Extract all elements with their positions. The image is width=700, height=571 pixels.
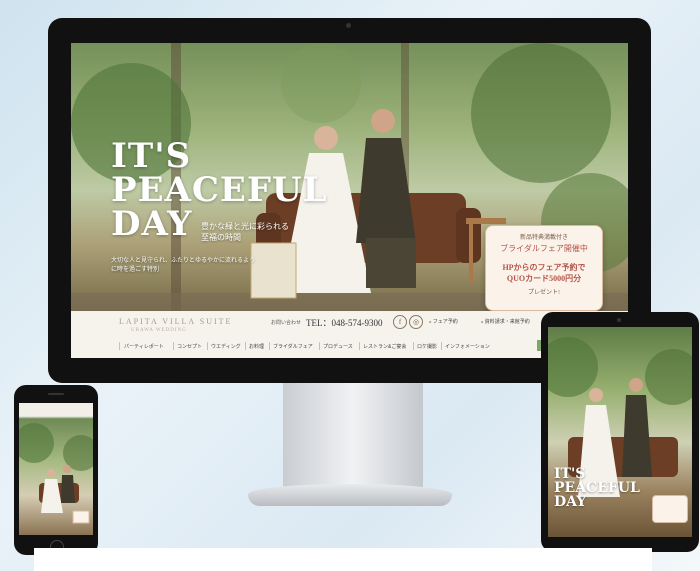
fair-reservation-link[interactable]: » フェア予約 [429, 318, 458, 325]
contact-label: お問い合わせ [271, 321, 302, 326]
nav-item-cuisine[interactable]: お料理 [249, 343, 264, 350]
smartphone [14, 385, 98, 555]
nav-item-location-photo[interactable]: ロケ撮影 [417, 343, 437, 350]
hero-image: IT'S PEACEFUL DAY 豊かな緑と光に彩られる至福の時間 大切な人と… [71, 43, 628, 311]
nav-item-wedding[interactable]: ウエディング [211, 343, 241, 350]
badge-line: HPからのフェア予約で [502, 263, 586, 272]
tablet-screen: IT'S PEACEFUL DAY [548, 327, 692, 537]
site-logo[interactable]: LAPITA VILLA SUITE [119, 317, 232, 326]
tablet-hero-title: IT'S PEACEFUL DAY [554, 467, 640, 509]
nav-separator [359, 342, 360, 350]
nav-separator [119, 342, 120, 350]
nav-separator [207, 342, 208, 350]
badge-line: ブライダルフェア開催中 [500, 244, 588, 253]
desktop-screen: IT'S PEACEFUL DAY 豊かな緑と光に彩られる至福の時間 大切な人と… [71, 43, 628, 358]
tablet-fair-badge[interactable] [652, 495, 688, 523]
tablet-title-line: PEACEFUL [554, 480, 640, 496]
hero-subtitle: 豊かな緑と光に彩られる至福の時間 [201, 222, 289, 242]
brochure-request-link[interactable]: » 資料請求・来館予約 [481, 318, 530, 325]
facebook-icon[interactable]: f [393, 315, 407, 329]
phone-number[interactable]: TEL：048-574-9300 [306, 316, 383, 329]
badge-line: QUOカード5000円分 [506, 274, 582, 283]
main-nav: パーティレポート コンセプト ウエディング お料理 ブライダルフェア プロデュー… [119, 341, 609, 353]
nav-item-information[interactable]: インフォメーション [445, 343, 490, 350]
nav-separator [173, 342, 174, 350]
instagram-icon[interactable]: ◎ [409, 315, 423, 329]
monitor-stand-base [248, 484, 452, 506]
nav-separator [413, 342, 414, 350]
tablet-title-line: DAY [554, 494, 587, 510]
nav-item-produce[interactable]: プロデュース [323, 343, 353, 350]
nav-separator [269, 342, 270, 350]
phone-screen [19, 403, 93, 535]
site-logo-subtitle: URAWA WEDDING [131, 328, 187, 333]
bottom-blank-area [34, 548, 652, 571]
tablet-camera [617, 318, 621, 322]
phone-speaker [48, 393, 64, 395]
hero-title-line: PEACEFUL [111, 170, 328, 210]
nav-item-restaurant[interactable]: レストラン&ご宴会 [363, 343, 406, 350]
nav-item-party-report[interactable]: パーティレポート [124, 343, 164, 350]
monitor-stand-neck [283, 383, 423, 489]
tablet-title-line: IT'S [554, 466, 586, 482]
webcam-dot [346, 23, 351, 28]
nav-separator [319, 342, 320, 350]
tablet: IT'S PEACEFUL DAY [541, 312, 699, 552]
nav-separator [245, 342, 246, 350]
nav-item-bridal-fair[interactable]: ブライダルフェア [273, 343, 313, 350]
nav-item-concept[interactable]: コンセプト [177, 343, 202, 350]
badge-line: 新品特典満載付き [519, 235, 568, 241]
phone-hero-illustration [19, 423, 93, 524]
bridal-fair-badge[interactable]: 新品特典満載付き ブライダルフェア開催中 HPからのフェア予約で QUOカード5… [485, 225, 603, 311]
nav-separator [441, 342, 442, 350]
hero-title-line: IT'S [111, 136, 192, 176]
badge-line: プレゼント! [528, 290, 560, 296]
hero-body-text: 大切な人と見守られ、ふたりとゆるやかに流れるように時を過ごす特別 [111, 258, 256, 273]
